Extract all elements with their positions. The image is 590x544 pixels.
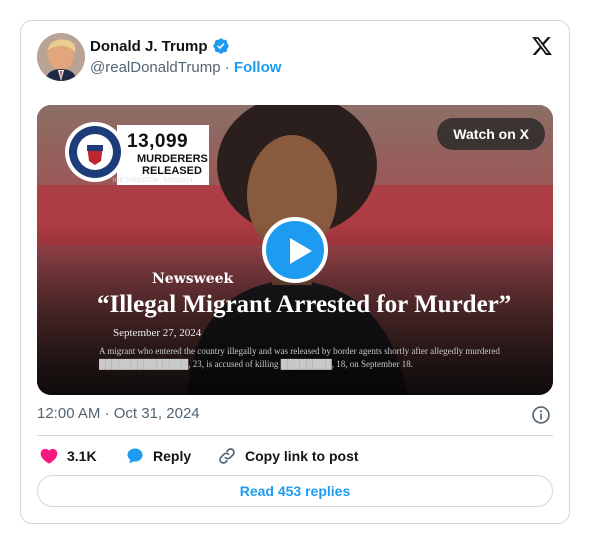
reply-label: Reply <box>153 448 192 464</box>
follow-button[interactable]: Follow <box>234 59 282 76</box>
newsweek-body: A migrant who entered the country illega… <box>99 346 500 369</box>
verified-badge-icon <box>212 38 229 54</box>
copy-link-button[interactable]: Copy link to post <box>217 445 359 467</box>
badge-source: ICE DIRECTOR, 9/25/2024 <box>113 178 193 184</box>
heart-icon <box>40 448 58 464</box>
author-name-row[interactable]: Donald J. Trump <box>90 37 230 55</box>
badge-count: 13,099 <box>127 131 189 152</box>
author-name[interactable]: Donald J. Trump <box>90 38 208 55</box>
video-media[interactable]: 13,099 MURDERERS RELEASED ICE DIRECTOR, … <box>37 105 553 395</box>
handle-separator: · <box>224 59 230 76</box>
timestamp-time[interactable]: 12:00 AM <box>37 405 100 422</box>
like-button[interactable]: 3.1K <box>39 445 97 467</box>
newsweek-brand: Newsweek <box>152 271 234 287</box>
divider <box>37 435 553 436</box>
watch-on-x-button[interactable]: Watch on X <box>437 118 545 150</box>
x-logo-icon[interactable] <box>531 35 553 57</box>
copy-link-label: Copy link to post <box>245 448 359 464</box>
newsweek-date: September 27, 2024 <box>113 327 202 339</box>
author-handle-row: @realDonaldTrump · Follow <box>90 59 281 76</box>
link-icon <box>219 448 235 464</box>
author-avatar[interactable] <box>37 33 85 81</box>
read-replies-button[interactable]: Read 453 replies <box>37 475 553 507</box>
tweet-timestamp[interactable]: 12:00 AM · Oct 31, 2024 <box>37 405 200 422</box>
newsweek-headline: “Illegal Migrant Arrested for Murder” <box>97 291 512 318</box>
tweet-card: Donald J. Trump @realDonaldTrump · Follo… <box>20 20 570 524</box>
play-button-icon[interactable] <box>262 217 328 283</box>
reply-button[interactable]: Reply <box>125 445 191 467</box>
timestamp-separator: · <box>104 405 110 422</box>
reply-bubble-icon <box>127 448 143 464</box>
author-handle[interactable]: @realDonaldTrump <box>90 59 221 76</box>
info-icon[interactable] <box>531 405 551 425</box>
badge-line-1: MURDERERS <box>137 153 208 165</box>
like-count: 3.1K <box>67 448 97 464</box>
timestamp-date[interactable]: Oct 31, 2024 <box>114 405 200 422</box>
badge-line-2: RELEASED <box>142 165 202 177</box>
